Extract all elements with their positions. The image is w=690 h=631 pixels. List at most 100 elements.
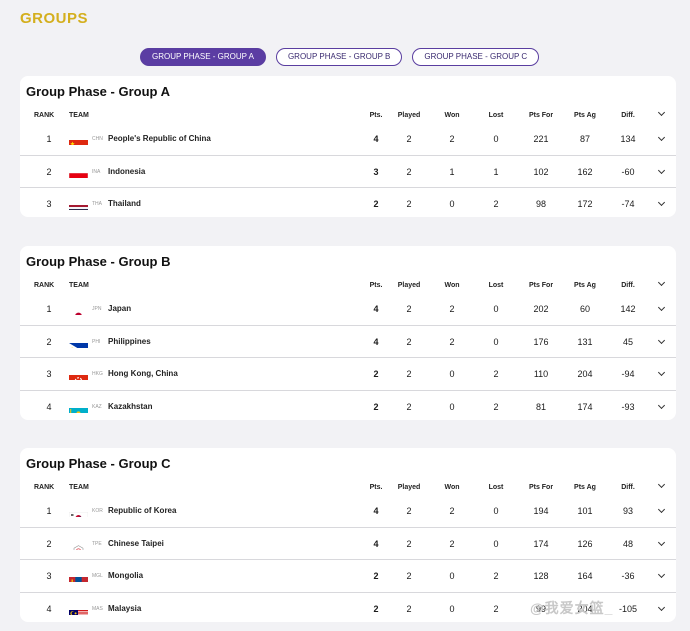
col-pts: Pts. [369, 282, 383, 289]
team-name[interactable]: Hong Kong, China [108, 358, 178, 390]
chevron-down-icon[interactable] [656, 123, 666, 155]
team-name[interactable]: Republic of Korea [108, 495, 176, 527]
chn-flag-icon [69, 133, 88, 145]
team-name[interactable]: Japan [108, 293, 131, 325]
chevron-down-icon[interactable] [656, 480, 666, 491]
table-row[interactable]: 3 MGL Mongolia 2 2 0 2 128 164 -36 [20, 560, 676, 593]
pts-value: 3 [373, 166, 379, 177]
lost-value: 2 [493, 199, 499, 209]
group-title: Group Phase - Group B [26, 254, 171, 269]
team-name[interactable]: Mongolia [108, 560, 143, 592]
team-code: KAZ [92, 403, 102, 410]
team-name[interactable]: People's Republic of China [108, 123, 211, 155]
col-won: Won [444, 112, 460, 119]
team-code: KOR [92, 508, 103, 514]
team-name[interactable]: Chinese Taipei [108, 528, 164, 560]
team-name[interactable]: Philippines [108, 326, 151, 358]
team-cell: KAZ Kazakhstan [69, 391, 152, 423]
table-row[interactable]: 1 CHN People's Republic of China 4 2 2 0 221 87 1… [20, 123, 676, 156]
table-row[interactable]: 1 KOR Republic of Korea 4 2 2 0 194 101 93 [20, 495, 676, 528]
col-diff: Diff. [621, 112, 635, 119]
rank-value: 3 [46, 199, 52, 209]
table-row[interactable]: 4 KAZ Kazakhstan 2 2 0 2 81 174 -93 [20, 391, 676, 424]
chevron-down-icon[interactable] [656, 391, 666, 423]
pts-for-value: 176 [533, 336, 549, 347]
table-row[interactable]: 3 THA Thailand 2 2 0 2 98 172 -74 [20, 188, 676, 221]
played-value: 2 [406, 336, 412, 347]
team-cell: TPE Chinese Taipei [69, 528, 164, 560]
won-value: 1 [449, 166, 455, 177]
diff-value: -94 [621, 369, 635, 379]
pts-value: 2 [373, 603, 379, 614]
mgl-flag-icon [69, 570, 88, 582]
pts-value: 4 [373, 506, 379, 516]
played-value: 2 [406, 369, 412, 379]
table-row[interactable]: 2 PHI Philippines 4 2 2 0 176 131 45 [20, 326, 676, 358]
team-name[interactable]: Kazakhstan [108, 391, 152, 423]
chevron-down-icon[interactable] [656, 156, 666, 188]
won-value: 2 [449, 304, 455, 314]
col-pts: Pts. [369, 112, 383, 119]
pts-for-value: 221 [533, 134, 549, 144]
diff-value: 45 [622, 336, 633, 347]
played-value: 2 [406, 134, 412, 144]
pts-for-value: 110 [533, 369, 549, 379]
team-name[interactable]: Malaysia [108, 593, 141, 625]
team-name[interactable]: Thailand [108, 188, 141, 220]
team-cell: KOR Republic of Korea [69, 495, 176, 527]
tab-group-a[interactable]: GROUP PHASE - GROUP A [140, 48, 266, 66]
won-value: 2 [449, 538, 455, 549]
chevron-down-icon[interactable] [656, 528, 666, 560]
chevron-down-icon[interactable] [656, 358, 666, 390]
chevron-down-icon[interactable] [656, 293, 666, 325]
pts-for-value: 202 [533, 304, 549, 314]
group-card-a: Group Phase - Group A RANK TEAM Pts. Pla… [20, 76, 676, 217]
tab-group-b[interactable]: GROUP PHASE - GROUP B [275, 48, 403, 66]
table-row[interactable]: 2 TPE Chinese Taipei 4 2 2 0 174 126 48 [20, 528, 676, 560]
pts-ag-value: 60 [579, 304, 590, 314]
team-name[interactable]: Indonesia [108, 156, 145, 188]
won-value: 2 [449, 336, 455, 347]
lost-value: 0 [493, 304, 499, 314]
col-lost: Lost [488, 112, 504, 119]
pts-ag-value: 87 [579, 134, 590, 144]
played-value: 2 [406, 571, 412, 581]
lost-value: 2 [493, 571, 499, 581]
won-value: 0 [449, 603, 455, 614]
table-row[interactable]: 2 INA Indonesia 3 2 1 1 102 162 -60 [20, 156, 676, 188]
chevron-down-icon[interactable] [656, 188, 666, 220]
won-value: 2 [449, 506, 455, 516]
ina-flag-icon [69, 166, 88, 178]
pts-for-value: 102 [533, 166, 549, 177]
col-won: Won [444, 282, 460, 289]
table-row[interactable]: 1 JPN Japan 4 2 2 0 202 60 142 [20, 293, 676, 326]
chevron-down-icon[interactable] [656, 495, 666, 527]
pts-ag-value: 204 [577, 369, 593, 379]
group-card-b: Group Phase - Group B RANK TEAM Pts. Pla… [20, 246, 676, 420]
diff-value: -60 [621, 166, 635, 177]
chevron-down-icon[interactable] [656, 593, 666, 625]
rank-value: 4 [46, 603, 52, 614]
col-team: TEAM [69, 112, 89, 119]
pts-value: 4 [373, 134, 379, 144]
col-lost: Lost [488, 484, 504, 491]
team-code: CHN [92, 136, 103, 142]
chevron-down-icon[interactable] [656, 326, 666, 358]
table-row[interactable]: 3 HKG Hong Kong, China 2 2 0 2 110 204 -94 [20, 358, 676, 391]
col-pts: Pts. [369, 484, 383, 491]
won-value: 0 [449, 199, 455, 209]
pts-value: 4 [373, 304, 379, 314]
chevron-down-icon[interactable] [656, 560, 666, 592]
chevron-down-icon[interactable] [656, 108, 666, 119]
tab-group-c[interactable]: GROUP PHASE - GROUP C [412, 48, 540, 66]
col-played: Played [397, 484, 421, 491]
won-value: 0 [449, 571, 455, 581]
diff-value: -74 [621, 199, 635, 209]
chevron-down-icon[interactable] [656, 278, 666, 289]
pts-ag-value: 131 [577, 336, 593, 347]
col-played: Played [397, 112, 421, 119]
lost-value: 0 [493, 506, 499, 516]
rank-value: 3 [46, 571, 52, 581]
won-value: 2 [449, 134, 455, 144]
team-cell: PHI Philippines [69, 326, 151, 358]
